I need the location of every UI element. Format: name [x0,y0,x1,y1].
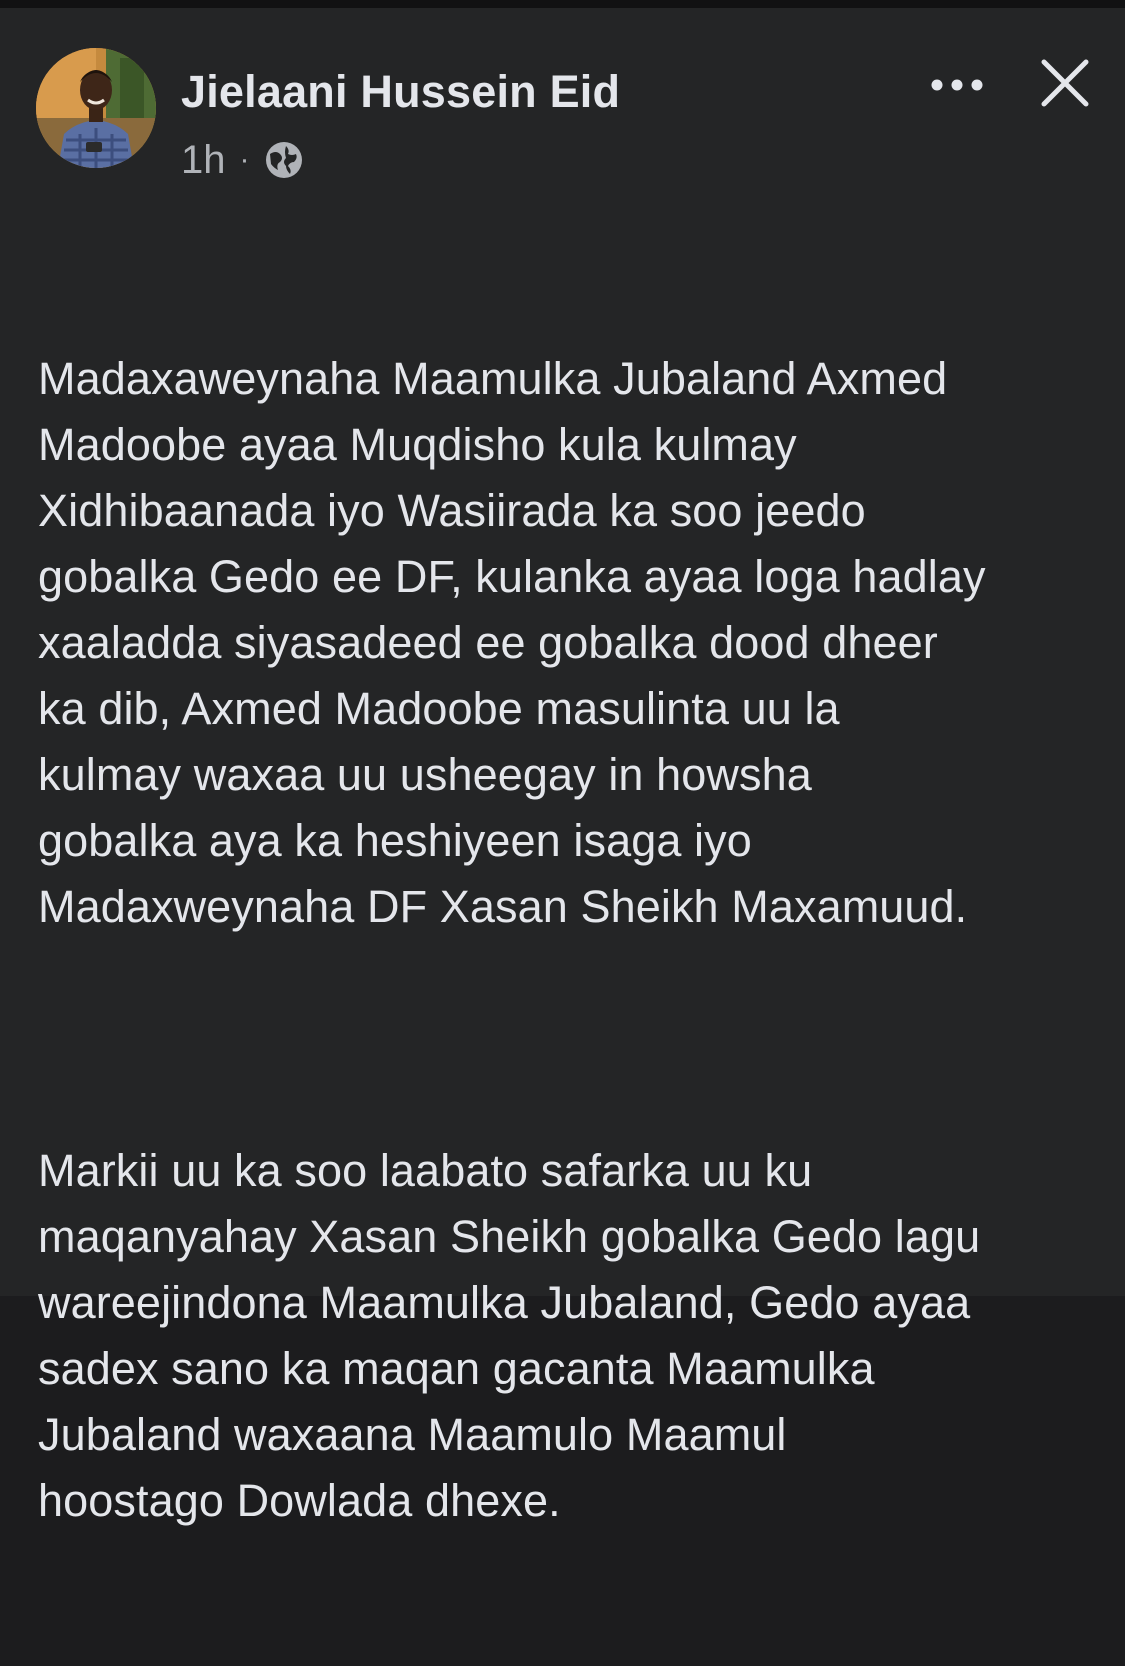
more-options-button[interactable] [924,63,990,107]
globe-icon [264,140,304,180]
post-meta: 1h · [181,136,304,184]
post-body: Madaxaweynaha Maamulka Jubaland Axmed Ma… [38,214,1100,1666]
meta-separator: · [239,143,250,176]
more-horizontal-icon [931,79,983,91]
post-paragraph-1: Madaxaweynaha Maamulka Jubaland Axmed Ma… [38,353,986,932]
author-name[interactable]: Jielaani Hussein Eid [181,66,620,118]
close-icon [1041,59,1089,107]
post-paragraph-2: Markii uu ka soo laabato safarka uu ku m… [38,1145,981,1526]
post-card: Jielaani Hussein Eid 1h · Madaxaweynaha … [0,8,1125,1526]
top-edge [0,0,1125,8]
close-button[interactable] [1036,54,1094,112]
avatar[interactable] [36,48,156,168]
avatar-photo [36,48,156,168]
post-timestamp[interactable]: 1h [181,138,226,183]
